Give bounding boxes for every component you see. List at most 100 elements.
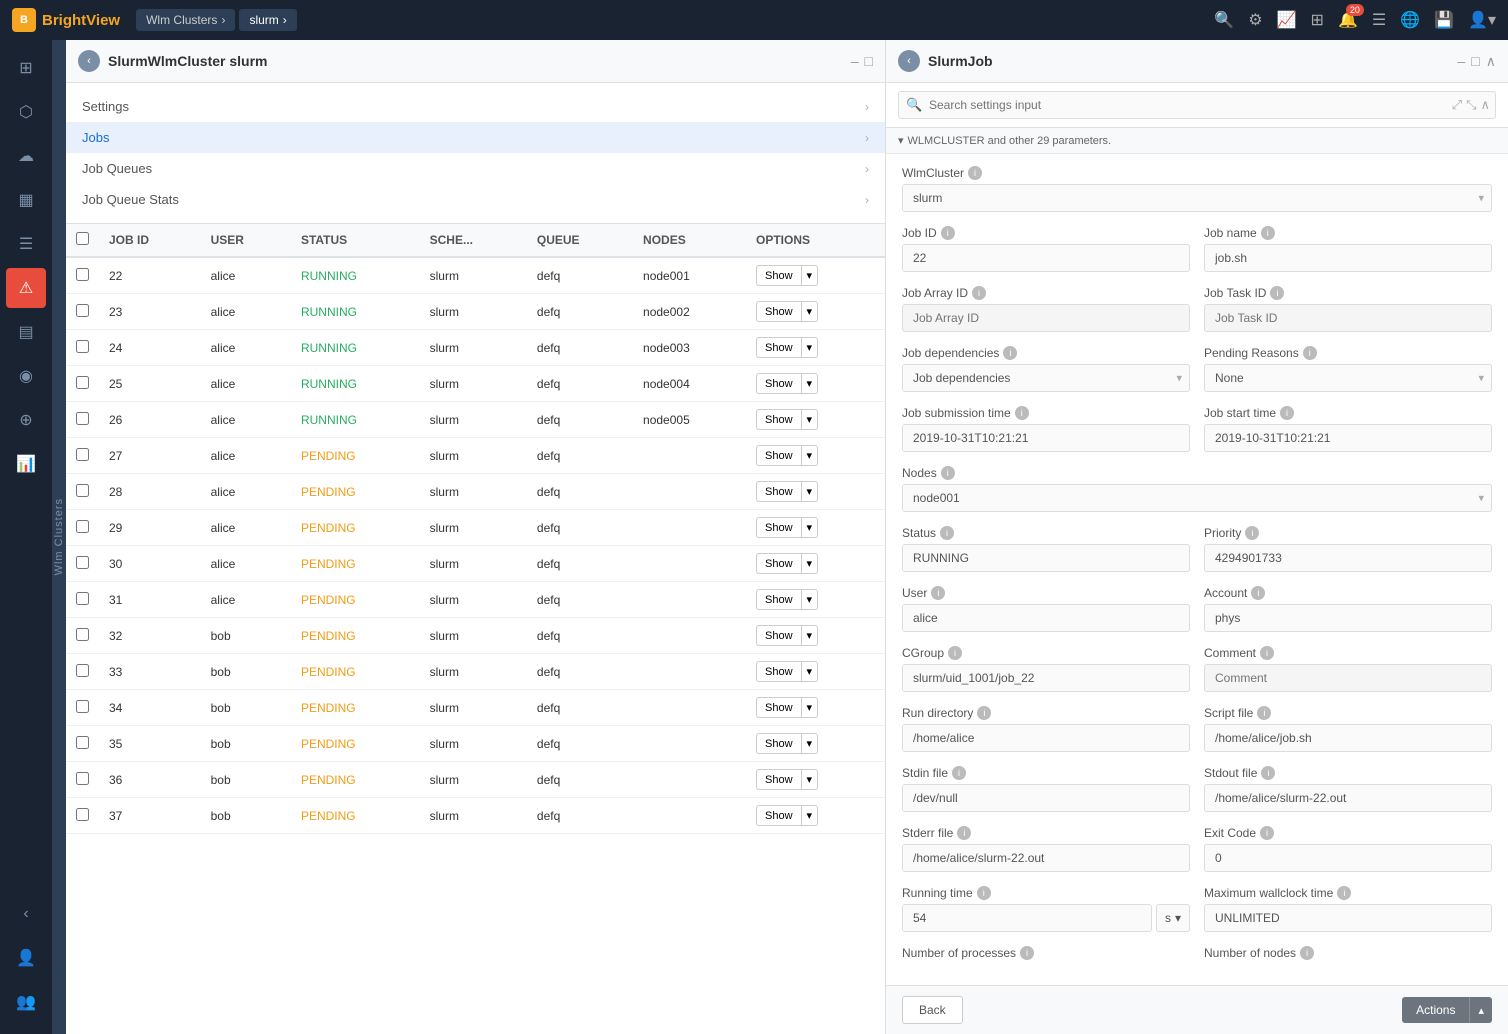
chart-icon[interactable]: 📈 [1277, 10, 1297, 30]
gear-icon[interactable]: ⚙ [1248, 10, 1262, 30]
show-button-1[interactable]: Show [756, 301, 802, 322]
input-arrayid[interactable] [902, 304, 1190, 332]
actions-button[interactable]: Actions [1402, 997, 1469, 1023]
sidebar-icon-user[interactable]: 👤 [6, 938, 46, 978]
breadcrumb-wlm-clusters[interactable]: Wlm Clusters › [136, 9, 235, 31]
shrink-search-icon[interactable]: ⤡ [1466, 97, 1476, 113]
info-icon-priority[interactable]: i [1245, 526, 1259, 540]
show-button-14[interactable]: Show [756, 769, 802, 790]
info-icon-script[interactable]: i [1257, 706, 1271, 720]
nav-item-jobs[interactable]: Jobs › [66, 122, 885, 153]
row-checkbox-0[interactable] [76, 268, 89, 281]
list-icon[interactable]: ☰ [1372, 10, 1386, 30]
user-icon[interactable]: 👤▾ [1468, 10, 1496, 30]
sidebar-icon-nodes[interactable]: ⬡ [6, 92, 46, 132]
input-priority[interactable] [1204, 544, 1492, 572]
show-dropdown-6[interactable]: ▾ [802, 481, 819, 502]
info-icon-cgroup[interactable]: i [948, 646, 962, 660]
input-submission[interactable] [902, 424, 1190, 452]
minimize-icon[interactable]: – [851, 53, 859, 69]
show-button-15[interactable]: Show [756, 805, 802, 826]
sidebar-icon-list[interactable]: ☰ [6, 224, 46, 264]
pending-select[interactable]: None [1204, 364, 1492, 392]
wlmcluster-select[interactable]: slurm [902, 184, 1492, 212]
nav-item-job-queues[interactable]: Job Queues › [66, 153, 885, 184]
show-button-6[interactable]: Show [756, 481, 802, 502]
collapse-params-icon[interactable]: ▾ [898, 134, 904, 147]
info-icon-numproc[interactable]: i [1020, 946, 1034, 960]
input-maxwall[interactable] [1204, 904, 1492, 932]
show-dropdown-1[interactable]: ▾ [802, 301, 819, 322]
sidebar-icon-grid[interactable]: ⊞ [6, 48, 46, 88]
row-checkbox-3[interactable] [76, 376, 89, 389]
info-icon-maxwall[interactable]: i [1337, 886, 1351, 900]
row-checkbox-15[interactable] [76, 808, 89, 821]
info-icon-submission[interactable]: i [1015, 406, 1029, 420]
breadcrumb-slurm[interactable]: slurm › [239, 9, 296, 31]
globe-icon[interactable]: 🌐 [1400, 10, 1420, 30]
input-stdout[interactable] [1204, 784, 1492, 812]
row-checkbox-13[interactable] [76, 736, 89, 749]
info-icon-taskid[interactable]: i [1270, 286, 1284, 300]
left-panel-back-btn[interactable]: ‹ [78, 50, 100, 72]
deps-select[interactable]: Job dependencies [902, 364, 1190, 392]
show-dropdown-13[interactable]: ▾ [802, 733, 819, 754]
info-icon-starttime[interactable]: i [1280, 406, 1294, 420]
info-icon-runtime[interactable]: i [977, 886, 991, 900]
show-button-7[interactable]: Show [756, 517, 802, 538]
info-icon-deps[interactable]: i [1003, 346, 1017, 360]
sidebar-icon-table[interactable]: ▤ [6, 312, 46, 352]
sidebar-icon-cloud[interactable]: ☁ [6, 136, 46, 176]
table-icon[interactable]: ⊞ [1311, 10, 1324, 30]
show-button-13[interactable]: Show [756, 733, 802, 754]
input-cgroup[interactable] [902, 664, 1190, 692]
show-button-4[interactable]: Show [756, 409, 802, 430]
row-checkbox-10[interactable] [76, 628, 89, 641]
show-button-12[interactable]: Show [756, 697, 802, 718]
show-dropdown-4[interactable]: ▾ [802, 409, 819, 430]
info-icon-stderr[interactable]: i [957, 826, 971, 840]
expand-icon[interactable]: □ [865, 53, 873, 69]
info-icon-exitcode[interactable]: i [1260, 826, 1274, 840]
row-checkbox-2[interactable] [76, 340, 89, 353]
info-icon-pending[interactable]: i [1303, 346, 1317, 360]
info-icon-jobname[interactable]: i [1261, 226, 1275, 240]
input-stdin[interactable] [902, 784, 1190, 812]
row-checkbox-1[interactable] [76, 304, 89, 317]
input-runtime[interactable] [902, 904, 1152, 932]
nav-item-job-queue-stats[interactable]: Job Queue Stats › [66, 184, 885, 215]
right-expand-icon[interactable]: □ [1471, 53, 1479, 70]
nodes-select[interactable]: node001 [902, 484, 1492, 512]
show-dropdown-8[interactable]: ▾ [802, 553, 819, 574]
input-rundir[interactable] [902, 724, 1190, 752]
info-icon-account[interactable]: i [1251, 586, 1265, 600]
row-checkbox-12[interactable] [76, 700, 89, 713]
row-checkbox-8[interactable] [76, 556, 89, 569]
show-button-9[interactable]: Show [756, 589, 802, 610]
nav-item-settings[interactable]: Settings › [66, 91, 885, 122]
input-exitcode[interactable] [1204, 844, 1492, 872]
input-status[interactable] [902, 544, 1190, 572]
show-dropdown-0[interactable]: ▾ [802, 265, 819, 286]
show-button-11[interactable]: Show [756, 661, 802, 682]
info-icon-nodes[interactable]: i [941, 466, 955, 480]
show-button-0[interactable]: Show [756, 265, 802, 286]
row-checkbox-9[interactable] [76, 592, 89, 605]
info-icon-jobid[interactable]: i [941, 226, 955, 240]
row-checkbox-5[interactable] [76, 448, 89, 461]
right-minimize-icon[interactable]: – [1457, 53, 1465, 70]
info-icon-numnodes[interactable]: i [1300, 946, 1314, 960]
expand-search-icon[interactable]: ⤢ [1452, 97, 1462, 113]
right-panel-back-btn[interactable]: ‹ [898, 50, 920, 72]
input-jobid[interactable] [902, 244, 1190, 272]
row-checkbox-4[interactable] [76, 412, 89, 425]
right-collapse-icon[interactable]: ∧ [1486, 53, 1496, 70]
sidebar-icon-alert[interactable]: ⚠ [6, 268, 46, 308]
show-button-10[interactable]: Show [756, 625, 802, 646]
show-dropdown-5[interactable]: ▾ [802, 445, 819, 466]
sidebar-icon-group[interactable]: ⊕ [6, 400, 46, 440]
input-account[interactable] [1204, 604, 1492, 632]
show-dropdown-2[interactable]: ▾ [802, 337, 819, 358]
sidebar-icon-collapse[interactable]: ‹ [6, 894, 46, 934]
bell-icon[interactable]: 🔔 20 [1338, 10, 1358, 30]
